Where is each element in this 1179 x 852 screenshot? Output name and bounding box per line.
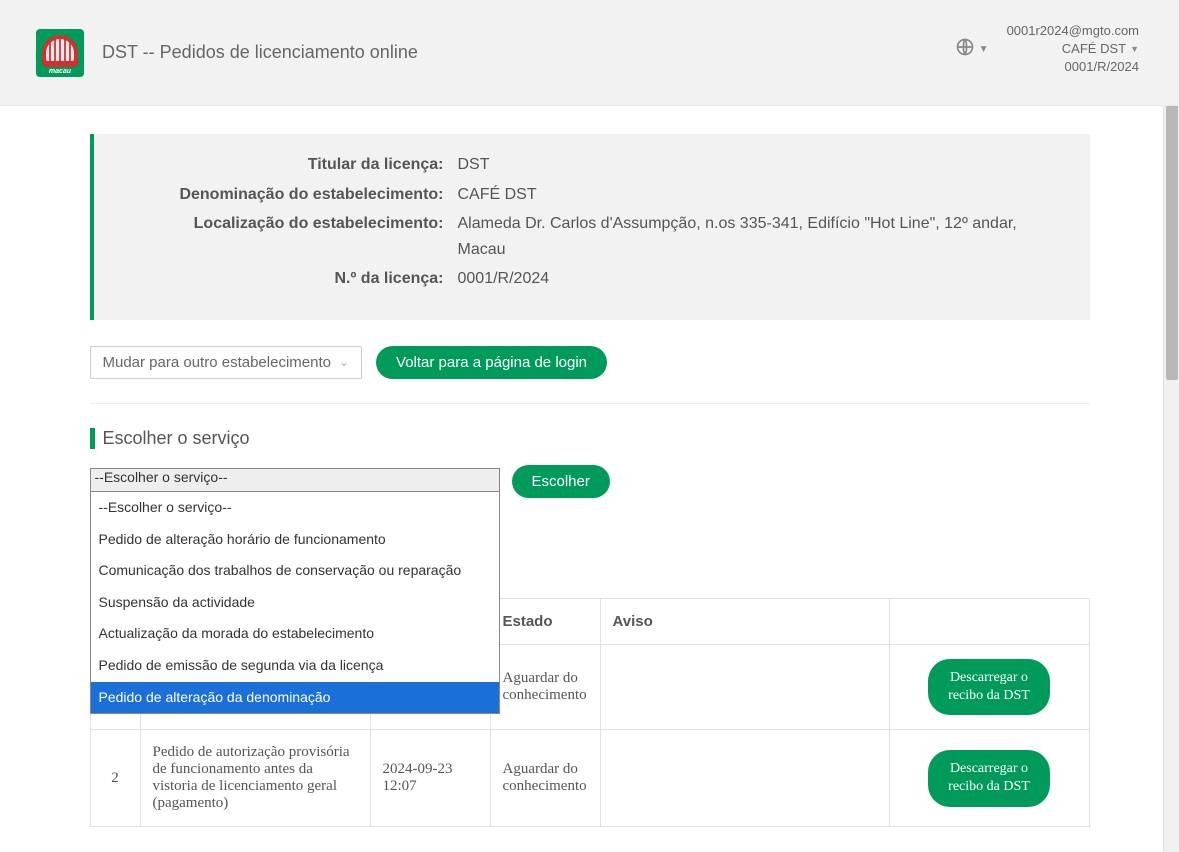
caret-down-icon: ▼: [979, 44, 989, 55]
user-establishment: CAFÉ DST: [1062, 40, 1126, 58]
value-local: Alameda Dr. Carlos d'Assumpção, n.os 335…: [458, 211, 1066, 262]
cell-subject: Pedido de autorização provisória de func…: [140, 730, 370, 827]
logo-text: macau: [36, 67, 84, 77]
download-receipt-button[interactable]: Descarregar orecibo da DST: [928, 750, 1050, 806]
caret-down-icon: ▼: [1130, 43, 1139, 56]
cell-aviso: [600, 644, 889, 729]
table-row: 2Pedido de autorização provisória de fun…: [90, 730, 1089, 827]
service-option[interactable]: Pedido de emissão de segunda via da lice…: [91, 650, 499, 682]
value-denom: CAFÉ DST: [458, 182, 1066, 208]
service-dropdown: --Escolher o serviço--Pedido de alteraçã…: [90, 491, 500, 714]
app-title: DST -- Pedidos de licenciamento online: [102, 42, 418, 63]
label-local: Localização do estabelecimento:: [118, 211, 458, 262]
download-receipt-button[interactable]: Descarregar orecibo da DST: [928, 659, 1050, 715]
service-option[interactable]: Suspensão da actividade: [91, 587, 499, 619]
macau-logo: macau: [36, 29, 84, 77]
label-num: N.º da licença:: [118, 266, 458, 292]
th-action: [889, 598, 1089, 644]
switch-establishment-label: Mudar para outro estabelecimento: [103, 354, 331, 371]
cell-num: 2: [90, 730, 140, 827]
value-num: 0001/R/2024: [458, 266, 1066, 292]
globe-icon: [955, 37, 975, 62]
service-option[interactable]: Comunicação dos trabalhos de conservação…: [91, 555, 499, 587]
app-header: macau DST -- Pedidos de licenciamento on…: [0, 0, 1179, 106]
service-select-value: --Escolher o serviço--: [95, 469, 228, 485]
back-to-login-button[interactable]: Voltar para a página de login: [376, 346, 607, 379]
cell-aviso: [600, 730, 889, 827]
label-denom: Denominação do estabelecimento:: [118, 182, 458, 208]
cell-date: 2024-09-23 12:07: [370, 730, 490, 827]
value-titular: DST: [458, 152, 1066, 178]
cell-status: Aguardar do conhecimento: [490, 730, 600, 827]
th-status: Estado: [490, 598, 600, 644]
user-license: 0001/R/2024: [1007, 58, 1139, 76]
cell-status: Aguardar do conhecimento: [490, 644, 600, 729]
cell-action: Descarregar orecibo da DST: [889, 644, 1089, 729]
switch-establishment-select[interactable]: Mudar para outro estabelecimento ⌄: [90, 346, 363, 379]
service-option[interactable]: Pedido de alteração horário de funcionam…: [91, 524, 499, 556]
license-info-panel: Titular da licença: DST Denominação do e…: [90, 134, 1090, 320]
language-switch[interactable]: ▼: [955, 37, 989, 62]
user-info[interactable]: 0001r2024@mgto.com CAFÉ DST ▼ 0001/R/202…: [1007, 22, 1139, 77]
section-title-service: Escolher o serviço: [90, 428, 1090, 449]
service-option[interactable]: Actualização da morada do estabeleciment…: [91, 618, 499, 650]
vertical-scrollbar[interactable]: [1163, 0, 1179, 852]
user-email: 0001r2024@mgto.com: [1007, 22, 1139, 40]
cell-action: Descarregar orecibo da DST: [889, 730, 1089, 827]
service-option[interactable]: Pedido de alteração da denominação: [91, 682, 499, 714]
th-aviso: Aviso: [600, 598, 889, 644]
service-option[interactable]: --Escolher o serviço--: [91, 492, 499, 524]
label-titular: Titular da licença:: [118, 152, 458, 178]
chevron-down-icon: ⌄: [339, 355, 349, 369]
choose-service-button[interactable]: Escolher: [512, 465, 610, 498]
